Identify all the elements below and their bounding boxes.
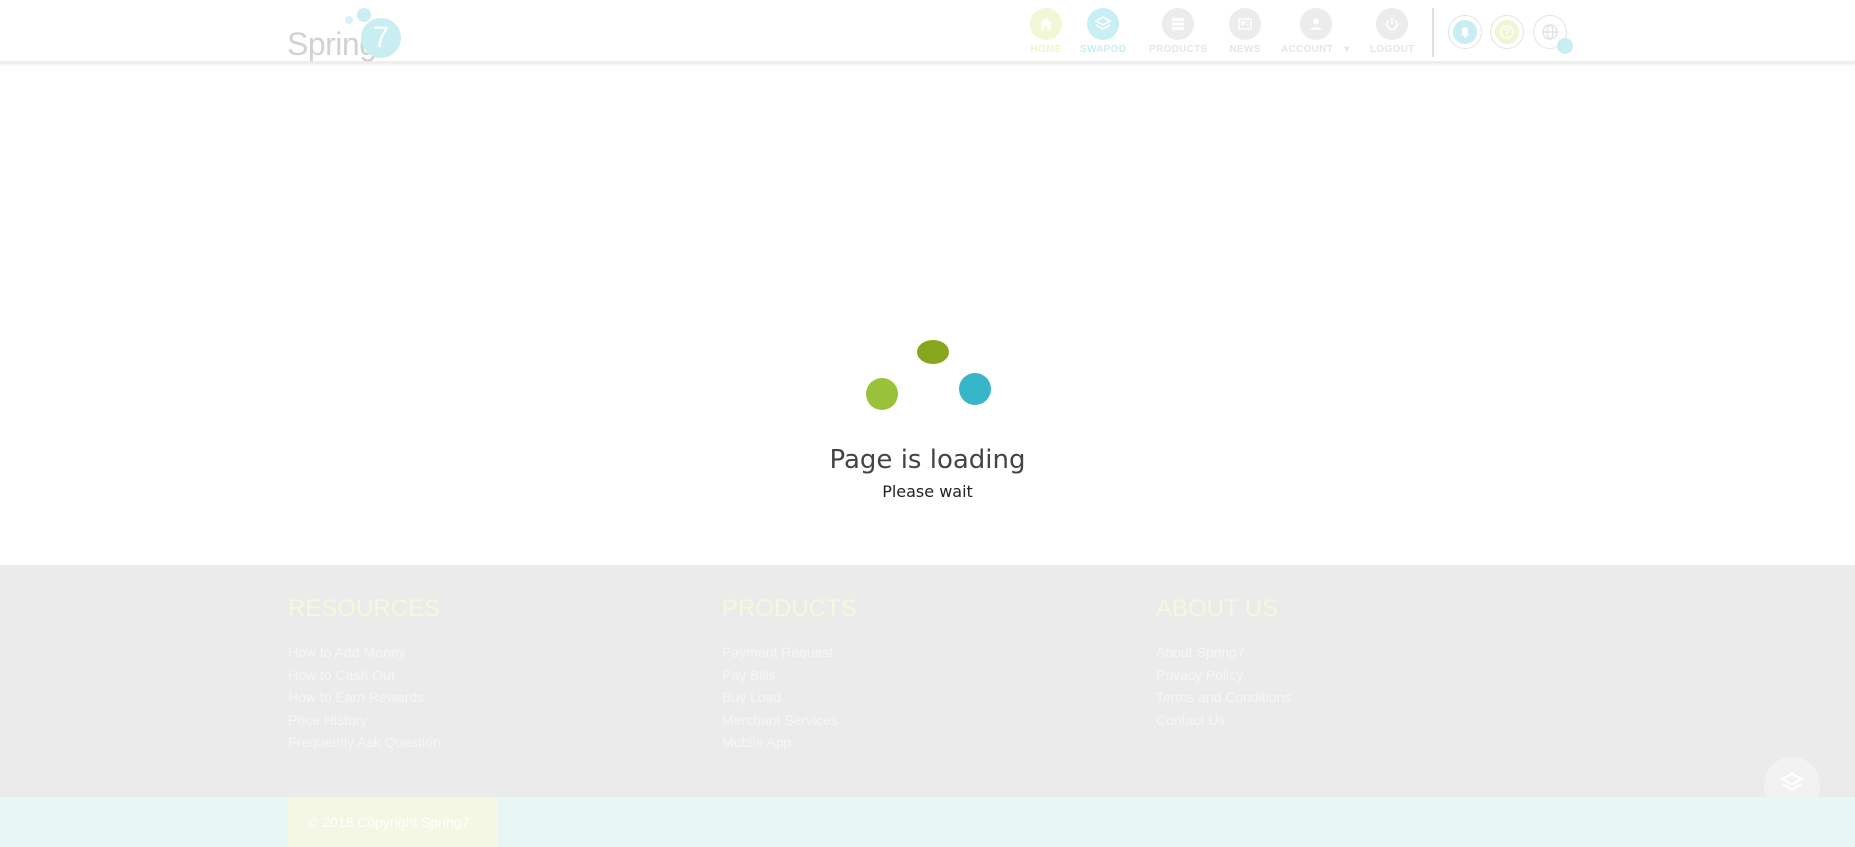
footer-link[interactable]: About Spring7 (1156, 641, 1291, 664)
help-button[interactable] (1490, 15, 1524, 49)
nav-products[interactable]: PRODUCTS (1149, 8, 1208, 55)
footer-link[interactable]: Pay Bills (722, 664, 857, 687)
nav-products-label: PRODUCTS (1149, 44, 1208, 55)
footer-link[interactable]: How to Earn Rewards (288, 686, 441, 709)
notifications-button[interactable] (1448, 15, 1482, 49)
footer-link[interactable]: Frequently Ask Question (288, 731, 441, 754)
footer-column-title: ABOUT US (1156, 595, 1279, 622)
footer-column-products: PRODUCTS Payment Request Pay Bills Buy L… (722, 595, 857, 754)
help-icon (1495, 20, 1519, 44)
logo-number: 7 (361, 18, 401, 58)
footer-link[interactable]: Price History (288, 709, 441, 732)
home-icon (1030, 8, 1062, 40)
footer-column-resources: RESOURCES How to Add Money How to Cash O… (288, 595, 441, 754)
nav-logout[interactable]: LOGOUT (1370, 8, 1415, 55)
site-footer: RESOURCES How to Add Money How to Cash O… (0, 565, 1855, 797)
nav-news-label: NEWS (1229, 44, 1261, 55)
nav-divider (1432, 8, 1434, 57)
products-grid-icon (1162, 8, 1195, 40)
nav-logout-label: LOGOUT (1370, 44, 1415, 55)
loader-dot (917, 340, 949, 364)
swapod-icon (1780, 771, 1804, 799)
logo-dot (357, 8, 371, 22)
language-badge (1557, 38, 1573, 54)
loading-title: Page is loading (829, 445, 1026, 475)
user-icon (1300, 8, 1333, 40)
footer-column-about: ABOUT US About Spring7 Privacy Policy Te… (1156, 595, 1291, 731)
footer-link[interactable]: How to Add Money (288, 641, 441, 664)
footer-link[interactable]: Mobile App (722, 731, 857, 754)
logo-dot (345, 16, 353, 24)
nav-account-label: ACCOUNT ▼ (1281, 44, 1351, 55)
news-icon (1229, 8, 1261, 40)
nav-news[interactable]: NEWS (1229, 8, 1261, 55)
nav-swapod-label: SWAPOD (1080, 44, 1127, 55)
nav-home[interactable]: HOME (1030, 8, 1062, 55)
footer-column-title: PRODUCTS (722, 595, 857, 622)
bell-icon (1453, 20, 1477, 44)
top-navbar: Spring 7 HOME SWAPOD PRODUCTS NEWS ACCOU… (0, 0, 1855, 64)
loading-subtitle: Please wait (882, 482, 973, 501)
footer-link[interactable]: How to Cash Out (288, 664, 441, 687)
spring7-logo[interactable]: Spring 7 (287, 8, 417, 62)
loader-dot (866, 378, 898, 410)
nav-account-text: ACCOUNT (1281, 44, 1334, 55)
power-icon (1376, 8, 1409, 40)
nav-home-label: HOME (1030, 44, 1062, 55)
footer-link[interactable]: Payment Request (722, 641, 857, 664)
footer-link[interactable]: Merchant Services (722, 709, 857, 732)
nav-swapod[interactable]: SWAPOD (1080, 8, 1126, 55)
footer-link[interactable]: Terms and Conditions (1156, 686, 1291, 709)
copyright-text: © 2018 Copyright Spring7 (288, 797, 498, 847)
swapod-icon (1087, 8, 1120, 40)
copyright-bar: © 2018 Copyright Spring7 (0, 797, 1855, 847)
chevron-down-icon: ▼ (1342, 44, 1352, 54)
footer-link[interactable]: Buy Load (722, 686, 857, 709)
nav-account[interactable]: ACCOUNT ▼ (1281, 8, 1351, 55)
loader-dot (959, 373, 991, 405)
footer-link[interactable]: Privacy Policy (1156, 664, 1291, 687)
footer-column-title: RESOURCES (288, 595, 441, 622)
footer-link[interactable]: Contact Us (1156, 709, 1291, 732)
